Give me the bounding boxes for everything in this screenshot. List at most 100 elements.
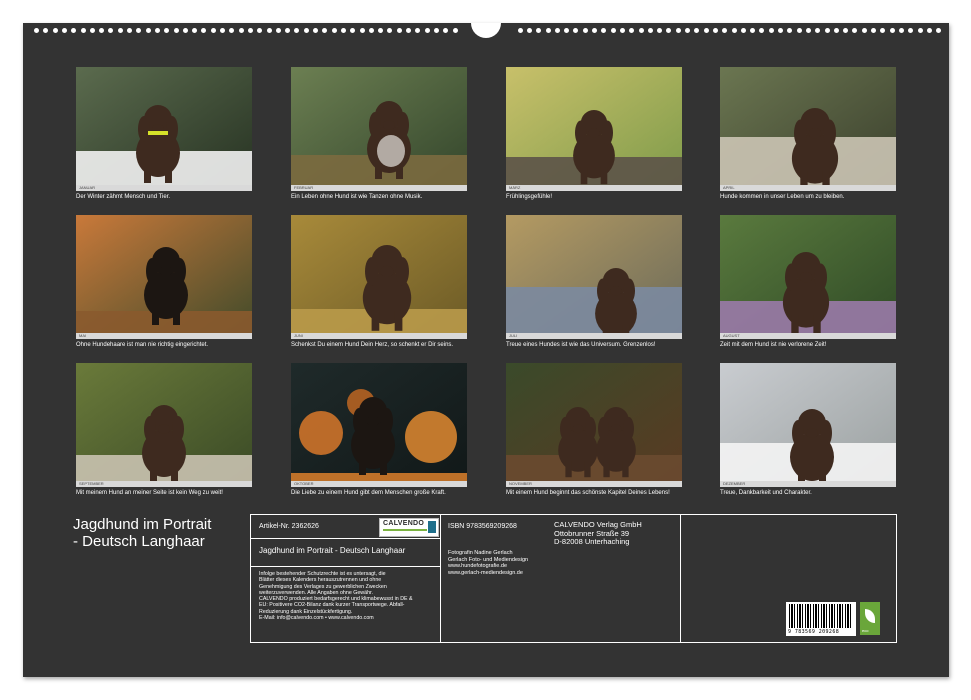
binding-hole [898, 28, 904, 33]
binding-hole [294, 28, 300, 33]
month-label: NOVEMBER [509, 481, 532, 486]
binding-hole [322, 28, 328, 33]
binding-hole [564, 28, 570, 33]
binding-hole [154, 28, 160, 33]
binding-hole [536, 28, 542, 33]
binding-hole [108, 28, 114, 33]
binding-hole [554, 28, 560, 33]
month-photo: JUNI [291, 215, 467, 339]
month-date-strip: SEPTEMBER [76, 481, 252, 487]
dog-photo-illustration [76, 363, 252, 487]
isbn: ISBN 9783569209268 [448, 523, 517, 530]
month-date-strip: JULI [506, 333, 682, 339]
eco-badge: eco [860, 602, 880, 635]
binding-hole [247, 28, 253, 33]
month-photo: JULI [506, 215, 682, 339]
month-label: MAI [79, 333, 87, 338]
dog-photo-illustration [720, 215, 896, 339]
divider [251, 566, 440, 567]
binding-hole [815, 28, 821, 33]
title-line-2: - Deutsch Langhaar [73, 533, 205, 550]
binding-hole [778, 28, 783, 33]
dog-photo-illustration [291, 215, 467, 339]
dog-photo-illustration [291, 67, 467, 191]
month-caption: Treue eines Hundes ist wie das Universum… [506, 342, 656, 348]
month-caption: Der Winter zähmt Mensch und Tier. [76, 194, 171, 200]
binding-hole [350, 28, 356, 33]
binding-hole [731, 28, 737, 33]
month-date-strip: JANUAR [76, 185, 252, 191]
binding-hole [257, 28, 263, 33]
binding-hole [238, 28, 244, 33]
binding-hole [545, 28, 551, 33]
month-photo: JANUAR [76, 67, 252, 191]
binding-hole [740, 28, 746, 33]
binding-hole [331, 28, 337, 33]
month-photo: DEZEMBER [720, 363, 896, 487]
month-photo: APRIL [720, 67, 896, 191]
legal-line: E-Mail: info@calvendo.com • www.calvendo… [259, 615, 374, 622]
calvendo-logo: CALVENDO [379, 518, 439, 537]
binding-hole [52, 28, 58, 33]
binding-hole [164, 28, 170, 33]
month-label: AUGUST [723, 333, 740, 338]
publisher-address: CALVENDO Verlag GmbH Ottobrunner Straße 3… [554, 520, 642, 547]
binding-hole [787, 28, 793, 33]
month-label: FEBRUAR [294, 185, 314, 190]
calendar-back-page: JANUAR Der Winter zähmt Mensch und Tier. F… [23, 23, 949, 677]
month-label: APRIL [723, 185, 735, 190]
leaf-icon [865, 609, 875, 623]
month-label: MÄRZ [509, 185, 521, 190]
divider [251, 538, 440, 539]
binding-hole [89, 28, 95, 33]
binding-hole [452, 28, 458, 33]
binding-hole [796, 28, 802, 33]
month-caption: Treue, Dankbarkeit und Charakter. [720, 490, 812, 496]
binding-hole [71, 28, 77, 33]
binding-hole [750, 28, 756, 33]
barcode: 9 783569 209268 [786, 602, 856, 636]
binding-hole [285, 28, 291, 33]
binding-hole [647, 28, 653, 33]
product-title: Jagdhund im Portrait - Deutsch Langhaar [259, 546, 406, 555]
month-caption: Hunde kommen in unser Leben um zu bleibe… [720, 194, 845, 200]
month-caption: Frühlingsgefühle! [506, 194, 553, 200]
binding-hole [573, 28, 579, 33]
dog-photo-illustration [76, 67, 252, 191]
month-photo: SEPTEMBER [76, 363, 252, 487]
calendar-title: Jagdhund im Portrait - Deutsch Langhaar [73, 516, 233, 550]
binding-hole [220, 28, 225, 33]
binding-hole [703, 28, 709, 33]
binding-hole [517, 28, 523, 33]
binding-hole [843, 28, 849, 33]
dog-photo-illustration [76, 215, 252, 339]
month-date-strip: DEZEMBER [720, 481, 896, 487]
binding-hole [610, 28, 616, 33]
binding-hole [871, 28, 876, 33]
binding-hole [182, 28, 188, 33]
binding-hole [759, 28, 765, 33]
dog-photo-illustration [291, 363, 467, 487]
binding-hole [592, 28, 597, 33]
month-label: SEPTEMBER [79, 481, 104, 486]
month-caption: Mit meinem Hund an meiner Seite ist kein… [76, 490, 223, 496]
binding-hole [145, 28, 151, 33]
binding-hole [359, 28, 365, 33]
month-date-strip: MÄRZ [506, 185, 682, 191]
month-photo: OKTOBER [291, 363, 467, 487]
month-caption: Schenkst Du einem Hund Dein Herz, so sch… [291, 342, 454, 348]
binding-hole [936, 28, 942, 33]
month-caption: Ohne Hundehaare ist man nie richtig eing… [76, 342, 209, 348]
dog-photo-illustration [720, 363, 896, 487]
binding-hole [657, 28, 663, 33]
logo-mark-icon [428, 521, 436, 533]
month-caption: Die Liebe zu einem Hund gibt dem Mensche… [291, 490, 446, 496]
month-date-strip: FEBRUAR [291, 185, 467, 191]
binding-hole [136, 28, 142, 33]
binding-hole [378, 28, 384, 33]
month-label: JANUAR [79, 185, 96, 190]
binding-hole [368, 28, 374, 33]
article-number: Artikel-Nr. 2362626 [259, 523, 319, 530]
barcode-number: 9 783569 209268 [788, 629, 840, 635]
month-photo: NOVEMBER [506, 363, 682, 487]
